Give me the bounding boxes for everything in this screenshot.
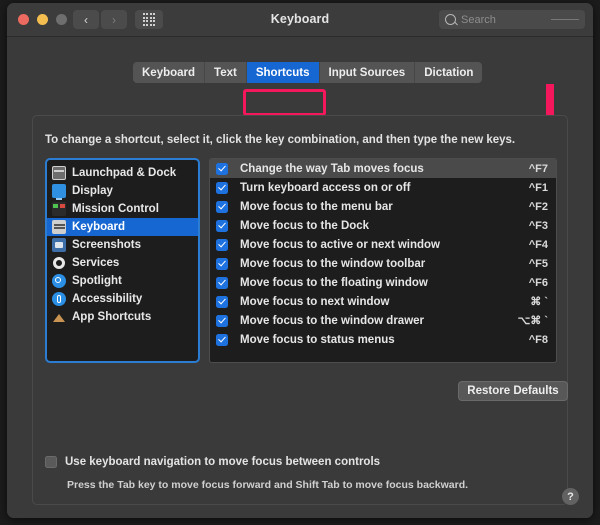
search-clear-line: [551, 18, 579, 21]
shortcut-checkbox[interactable]: [216, 238, 228, 251]
shortcuts-panel: To change a shortcut, select it, click t…: [32, 115, 568, 505]
shortcuts-tab-highlight-annotation: [243, 89, 326, 116]
sidebar-item-accessibility[interactable]: Accessibility: [47, 290, 198, 308]
search-icon: [445, 14, 456, 25]
restore-defaults-button[interactable]: Restore Defaults: [458, 381, 568, 401]
table-row[interactable]: Move focus to the floating window ^F6: [210, 273, 556, 292]
shortcut-label: Move focus to next window: [240, 295, 390, 308]
shortcut-label: Change the way Tab moves focus: [240, 162, 424, 175]
shortcut-checkbox[interactable]: [216, 333, 228, 346]
tab-dictation[interactable]: Dictation: [415, 62, 482, 83]
shortcut-key[interactable]: ^F2: [529, 201, 548, 213]
screenshot-root: ‹ › Keyboard Search Keyboard Text Shortc…: [0, 0, 600, 525]
sidebar-item-keyboard[interactable]: Keyboard: [47, 218, 198, 236]
sidebar-item-label: Keyboard: [72, 221, 126, 233]
screenshots-icon: [52, 238, 66, 252]
sidebar-item-mission-control[interactable]: Mission Control: [47, 200, 198, 218]
shortcut-checkbox[interactable]: [216, 276, 228, 289]
shortcut-checkbox[interactable]: [216, 314, 228, 327]
keyboard-navigation-label: Use keyboard navigation to move focus be…: [65, 456, 381, 468]
sidebar-item-spotlight[interactable]: Spotlight: [47, 272, 198, 290]
sidebar-item-label: Launchpad & Dock: [72, 167, 177, 179]
sidebar-item-services[interactable]: Services: [47, 254, 198, 272]
shortcut-checkbox[interactable]: [216, 295, 228, 308]
table-row[interactable]: Move focus to the window toolbar ^F5: [210, 254, 556, 273]
shortcut-label: Move focus to the Dock: [240, 219, 370, 232]
sidebar-item-label: Display: [72, 185, 113, 197]
sidebar-item-app-shortcuts[interactable]: App Shortcuts: [47, 308, 198, 326]
table-row[interactable]: Move focus to the Dock ^F3: [210, 216, 556, 235]
sidebar-item-label: Spotlight: [72, 275, 122, 287]
table-row[interactable]: Move focus to active or next window ^F4: [210, 235, 556, 254]
sidebar-item-screenshots[interactable]: Screenshots: [47, 236, 198, 254]
keyboard-icon: [52, 220, 66, 234]
shortcut-label: Move focus to the window drawer: [240, 314, 425, 327]
window-titlebar: ‹ › Keyboard Search: [7, 3, 593, 37]
preference-tabbar: Keyboard Text Shortcuts Input Sources Di…: [133, 62, 483, 83]
tab-shortcuts[interactable]: Shortcuts: [246, 62, 320, 83]
tab-input-sources[interactable]: Input Sources: [320, 62, 416, 83]
shortcut-label: Move focus to the window toolbar: [240, 257, 426, 270]
shortcut-checkbox[interactable]: [216, 257, 228, 270]
shortcut-label: Move focus to active or next window: [240, 238, 441, 251]
services-gear-icon: [52, 256, 66, 270]
window-body: Keyboard Text Shortcuts Input Sources Di…: [7, 37, 593, 518]
shortcut-key[interactable]: ⌘ `: [530, 295, 548, 308]
shortcut-checkbox[interactable]: [216, 162, 228, 175]
shortcut-key[interactable]: ^F8: [529, 334, 548, 346]
shortcut-key[interactable]: ^F4: [529, 239, 548, 251]
shortcut-label: Move focus to the menu bar: [240, 200, 393, 213]
sidebar-item-label: Screenshots: [72, 239, 142, 251]
shortcut-label: Move focus to status menus: [240, 333, 395, 346]
display-icon: [52, 184, 66, 200]
shortcut-key[interactable]: ^F6: [529, 277, 548, 289]
table-row[interactable]: Move focus to the menu bar ^F2: [210, 197, 556, 216]
spotlight-icon: [52, 274, 66, 288]
table-row[interactable]: Turn keyboard access on or off ^F1: [210, 178, 556, 197]
shortcut-key[interactable]: ^F1: [529, 182, 548, 194]
shortcut-checkbox[interactable]: [216, 200, 228, 213]
sidebar-item-label: Accessibility: [72, 293, 143, 305]
table-row[interactable]: Move focus to next window ⌘ `: [210, 292, 556, 311]
accessibility-icon: [52, 292, 66, 306]
keyboard-navigation-hint: Press the Tab key to move focus forward …: [67, 479, 469, 491]
sidebar-item-label: Services: [72, 257, 120, 269]
table-row[interactable]: Move focus to the window drawer ⌥⌘ `: [210, 311, 556, 330]
shortcut-checkbox[interactable]: [216, 219, 228, 232]
search-placeholder: Search: [461, 13, 496, 26]
app-shortcuts-icon: [52, 310, 66, 324]
shortcut-category-sidebar[interactable]: Launchpad & Dock Display Mission Control…: [45, 158, 200, 363]
shortcut-key[interactable]: ^F5: [529, 258, 548, 270]
tab-keyboard[interactable]: Keyboard: [133, 62, 206, 83]
keyboard-navigation-checkbox[interactable]: [45, 456, 57, 468]
shortcut-key[interactable]: ^F3: [529, 220, 548, 232]
instruction-text: To change a shortcut, select it, click t…: [45, 134, 516, 146]
sidebar-item-launchpad-dock[interactable]: Launchpad & Dock: [47, 164, 198, 182]
shortcut-label: Move focus to the floating window: [240, 276, 428, 289]
mission-control-icon: [52, 202, 66, 216]
shortcut-key[interactable]: ⌥⌘ `: [518, 314, 548, 327]
shortcut-checkbox[interactable]: [216, 181, 228, 194]
shortcut-list[interactable]: Change the way Tab moves focus ^F7 Turn …: [209, 158, 557, 363]
sidebar-item-label: App Shortcuts: [72, 311, 152, 323]
shortcut-label: Turn keyboard access on or off: [240, 181, 411, 194]
keyboard-navigation-checkbox-row[interactable]: Use keyboard navigation to move focus be…: [45, 456, 380, 468]
tab-text[interactable]: Text: [205, 62, 247, 83]
table-row[interactable]: Move focus to status menus ^F8: [210, 330, 556, 349]
search-input[interactable]: Search: [439, 10, 585, 29]
shortcut-key[interactable]: ^F7: [529, 163, 548, 175]
keyboard-preferences-window: ‹ › Keyboard Search Keyboard Text Shortc…: [7, 3, 593, 518]
help-button[interactable]: ?: [562, 488, 579, 505]
table-row[interactable]: Change the way Tab moves focus ^F7: [210, 159, 556, 178]
sidebar-item-display[interactable]: Display: [47, 182, 198, 200]
launchpad-icon: [52, 166, 66, 180]
sidebar-item-label: Mission Control: [72, 203, 159, 215]
